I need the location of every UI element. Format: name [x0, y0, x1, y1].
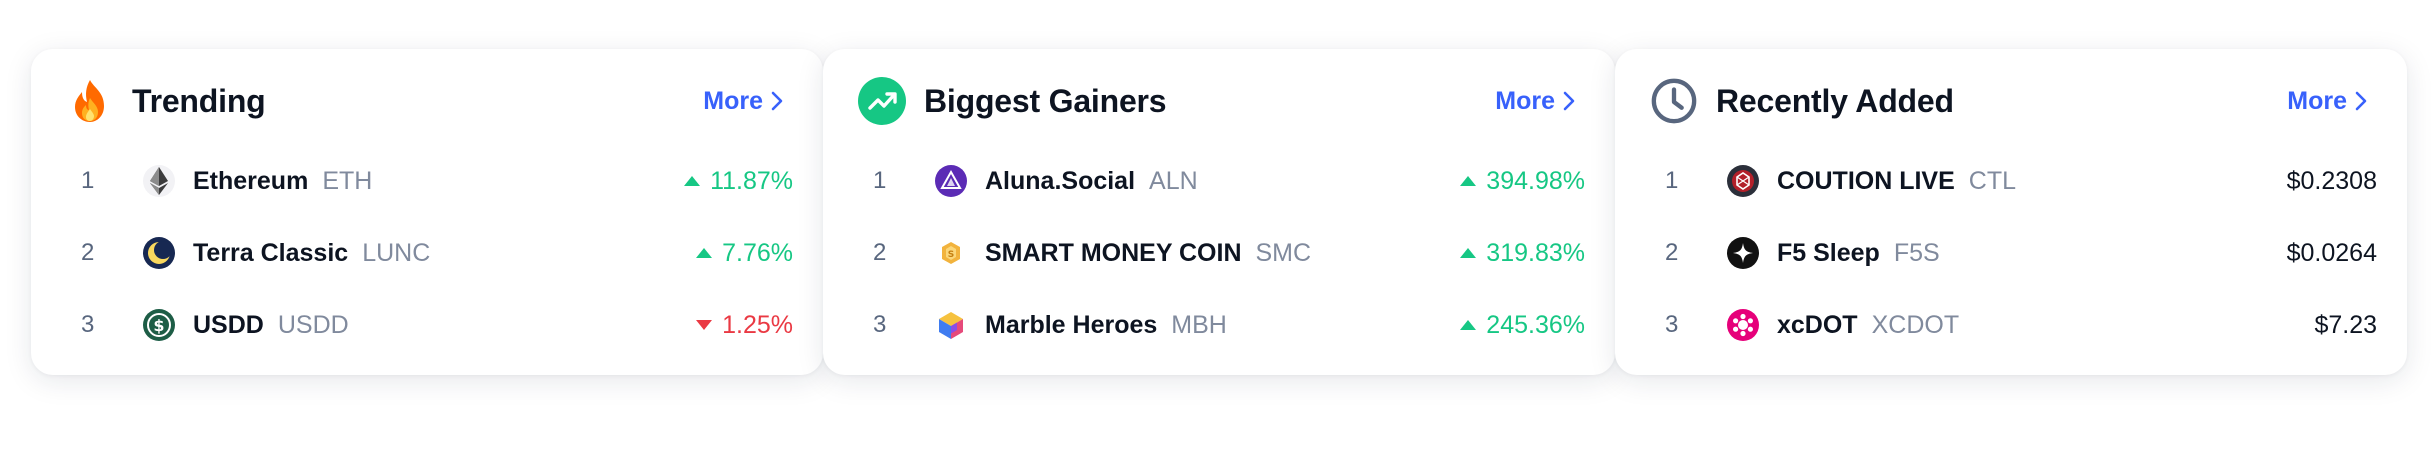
coin-name: xcDOT: [1777, 310, 1858, 339]
more-label: More: [2287, 86, 2347, 115]
caret-up-icon: [1460, 320, 1477, 330]
svg-text:$: $: [153, 316, 164, 335]
caret-up-icon: [1460, 176, 1477, 186]
card-title: Trending: [132, 82, 266, 119]
price-change: 7.76%: [696, 239, 793, 268]
terra-classic-logo: [143, 237, 175, 269]
rank: 2: [1665, 239, 1679, 266]
list-item[interactable]: 2 S SMART MONEY COIN SMC 319.83%: [853, 217, 1585, 289]
card-header: Recently Added More: [1645, 49, 2377, 153]
price-value: $7.23: [2314, 310, 2377, 339]
svg-text:S: S: [948, 250, 954, 260]
xcdot-logo: [1727, 309, 1759, 341]
recently-added-card: Recently Added More 1 COUTION LIVE CTL $…: [1615, 49, 2407, 375]
coin-symbol: CTL: [1968, 166, 2017, 195]
rank: 1: [873, 167, 887, 194]
aluna-social-logo: [935, 165, 967, 197]
chevron-right-icon: [2355, 91, 2367, 111]
coin-symbol: SMC: [1255, 238, 1312, 267]
card-title: Recently Added: [1716, 82, 1954, 119]
trending-up-icon: [858, 77, 906, 125]
card-header: Trending More: [61, 49, 793, 153]
price-value: $0.0264: [2286, 238, 2377, 267]
coin-name: Marble Heroes: [985, 310, 1158, 339]
list-item[interactable]: 2 F5 Sleep F5S $0.0264: [1645, 217, 2377, 289]
more-link[interactable]: More: [703, 49, 783, 153]
rank: 1: [1665, 167, 1679, 194]
price-change: 319.83%: [1460, 239, 1585, 268]
rank: 2: [81, 239, 95, 266]
coin-symbol: ALN: [1149, 166, 1198, 195]
coin-name: F5 Sleep: [1777, 238, 1880, 267]
change-value: 7.76%: [722, 238, 793, 267]
rank: 3: [873, 311, 887, 338]
coin-name: Terra Classic: [193, 238, 349, 267]
f5-sleep-logo: [1727, 237, 1759, 269]
list-item[interactable]: 1 Ethereum ETH 11.87%: [61, 145, 793, 217]
list-item[interactable]: 3 $ USDD USDD 1.25%: [61, 289, 793, 361]
change-value: 394.98%: [1486, 166, 1585, 195]
caret-up-icon: [1460, 248, 1477, 258]
page: Trending More 1 Ethereum ETH 11.87% 2 Te…: [0, 0, 2434, 470]
list-item[interactable]: 2 Terra Classic LUNC 7.76%: [61, 217, 793, 289]
coin-name: Ethereum: [193, 166, 309, 195]
caret-up-icon: [684, 176, 701, 186]
coin-symbol: USDD: [277, 310, 349, 339]
marble-heroes-logo: [935, 309, 967, 341]
price-change: 394.98%: [1460, 167, 1585, 196]
coin-symbol: MBH: [1171, 310, 1227, 339]
price-value: $0.2308: [2286, 166, 2377, 195]
caret-down-icon: [696, 320, 713, 330]
coin-name: Aluna.Social: [985, 166, 1136, 195]
chevron-right-icon: [1563, 91, 1575, 111]
more-link[interactable]: More: [1495, 49, 1575, 153]
coin-symbol: ETH: [322, 166, 373, 195]
more-label: More: [703, 86, 763, 115]
more-label: More: [1495, 86, 1555, 115]
highlight-cards: Trending More 1 Ethereum ETH 11.87% 2 Te…: [31, 49, 2407, 375]
list-item[interactable]: 3 xcDOT XCDOT $7.23: [1645, 289, 2377, 361]
change-value: 245.36%: [1486, 310, 1585, 339]
list-item[interactable]: 1 COUTION LIVE CTL $0.2308: [1645, 145, 2377, 217]
change-value: 319.83%: [1486, 238, 1585, 267]
coin-symbol: LUNC: [362, 238, 431, 267]
card-title: Biggest Gainers: [924, 82, 1167, 119]
trending-card: Trending More 1 Ethereum ETH 11.87% 2 Te…: [31, 49, 823, 375]
rank: 3: [81, 311, 95, 338]
rank: 1: [81, 167, 95, 194]
biggest-gainers-card: Biggest Gainers More 1 Aluna.Social ALN: [823, 49, 1615, 375]
fire-icon: [66, 77, 114, 125]
chevron-right-icon: [771, 91, 783, 111]
ethereum-logo: [143, 165, 175, 197]
price-change: 1.25%: [696, 311, 793, 340]
coution-live-logo: [1727, 165, 1759, 197]
coin-symbol: F5S: [1893, 238, 1940, 267]
price-change: 245.36%: [1460, 311, 1585, 340]
coin-name: SMART MONEY COIN: [985, 238, 1242, 267]
price-change: 11.87%: [684, 167, 793, 196]
change-value: 1.25%: [722, 310, 793, 339]
usdd-logo: $: [143, 309, 175, 341]
rank: 2: [873, 239, 887, 266]
clock-icon: [1650, 77, 1698, 125]
more-link[interactable]: More: [2287, 49, 2367, 153]
coin-name: USDD: [193, 310, 264, 339]
change-value: 11.87%: [710, 166, 793, 195]
smart-money-coin-logo: S: [935, 237, 967, 269]
caret-up-icon: [696, 248, 713, 258]
coin-name: COUTION LIVE: [1777, 166, 1955, 195]
card-header: Biggest Gainers More: [853, 49, 1585, 153]
list-item[interactable]: 3 Marble Heroes MBH 245.36%: [853, 289, 1585, 361]
list-item[interactable]: 1 Aluna.Social ALN 394.98%: [853, 145, 1585, 217]
rank: 3: [1665, 311, 1679, 338]
coin-symbol: XCDOT: [1871, 310, 1960, 339]
